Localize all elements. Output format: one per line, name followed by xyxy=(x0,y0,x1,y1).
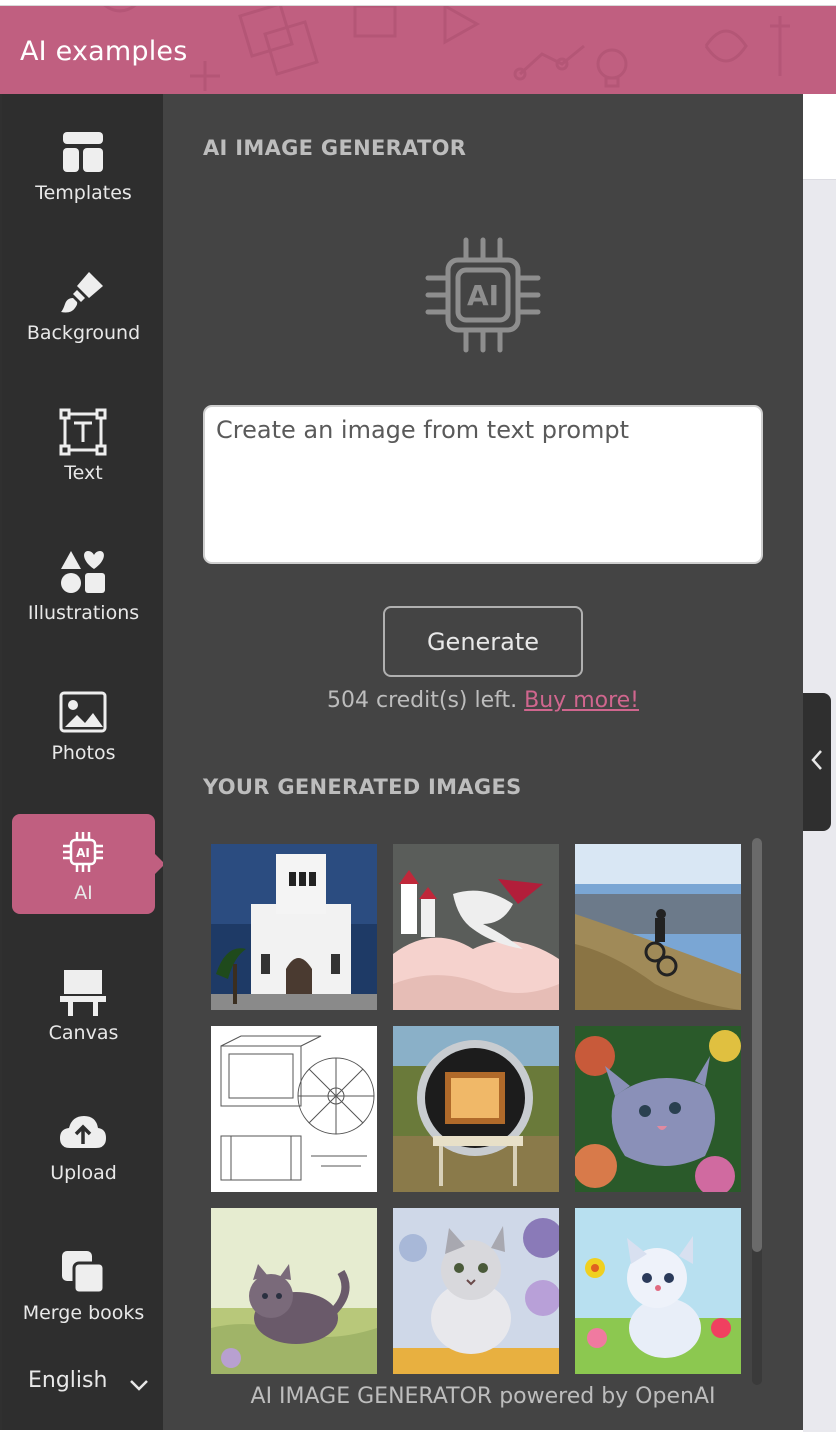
sidebar-item-label: AI xyxy=(74,882,93,904)
generated-image-cat-meadow[interactable] xyxy=(211,1208,377,1374)
powered-by-footer: AI IMAGE GENERATOR powered by OpenAI xyxy=(250,1384,716,1409)
sidebar-item-label: Background xyxy=(26,322,141,344)
photo-icon xyxy=(57,688,109,736)
svg-text:AI: AI xyxy=(76,846,90,860)
sidebar-item-canvas[interactable]: Canvas xyxy=(12,954,155,1054)
easel-icon xyxy=(57,968,109,1016)
ai-generator-panel: AI IMAGE GENERATOR AI Generate 504 credi… xyxy=(163,94,803,1430)
sidebar-item-upload[interactable]: Upload xyxy=(12,1094,155,1194)
sidebar-item-ai[interactable]: AI AI xyxy=(12,814,165,914)
ai-chip-icon: AI xyxy=(57,828,109,876)
sidebar-item-text[interactable]: Text xyxy=(12,394,155,494)
svg-text:AI: AI xyxy=(467,279,499,312)
generated-image-technical-sketch[interactable] xyxy=(211,1026,377,1192)
generated-image-kitten-flowers[interactable] xyxy=(575,1026,741,1192)
sidebar-item-label: Merge books xyxy=(22,1302,145,1324)
generated-image-solar-oven[interactable] xyxy=(393,1026,559,1192)
sidebar-item-label: Photos xyxy=(51,742,116,764)
cloud-upload-icon xyxy=(57,1108,109,1156)
section-title-generated-images: YOUR GENERATED IMAGES xyxy=(203,775,522,799)
buy-more-link[interactable]: Buy more! xyxy=(524,688,639,713)
sidebar: Templates Background Text Illustrations … xyxy=(0,94,165,1430)
sidebar-item-label: Illustrations xyxy=(27,602,140,624)
prompt-input[interactable] xyxy=(203,405,763,564)
images-scrollbar-thumb[interactable] xyxy=(752,838,762,1252)
ai-chip-icon: AI xyxy=(425,237,541,353)
sidebar-item-photos[interactable]: Photos xyxy=(12,674,155,774)
generated-image-cyclist-hill[interactable] xyxy=(575,844,741,1010)
generated-image-kitten-watercolor[interactable] xyxy=(393,1208,559,1374)
sidebar-item-label: Canvas xyxy=(48,1022,119,1044)
collapse-panel-button[interactable] xyxy=(803,693,831,831)
generated-image-cartoon-kitten[interactable] xyxy=(575,1208,741,1374)
chevron-left-icon xyxy=(810,749,824,775)
credits-text: 504 credit(s) left. xyxy=(327,688,518,713)
sidebar-item-merge-books[interactable]: Merge books xyxy=(12,1234,155,1334)
sidebar-item-background[interactable]: Background xyxy=(12,254,155,354)
brush-icon xyxy=(57,268,109,316)
sidebar-item-label: Upload xyxy=(50,1162,117,1184)
canvas-page-edge xyxy=(803,94,836,180)
generated-images-grid xyxy=(211,844,741,1376)
merge-icon xyxy=(57,1248,109,1296)
credits-line: 504 credit(s) left. Buy more! xyxy=(163,688,803,713)
chevron-down-icon[interactable] xyxy=(129,1376,149,1395)
header-title: AI examples xyxy=(20,36,188,67)
text-icon xyxy=(57,408,109,456)
templates-icon xyxy=(57,128,109,176)
section-title-ai-generator: AI IMAGE GENERATOR xyxy=(203,136,467,160)
language-selector[interactable]: English xyxy=(28,1368,107,1393)
shapes-icon xyxy=(57,548,109,596)
sidebar-item-templates[interactable]: Templates xyxy=(12,114,155,214)
generate-button[interactable]: Generate xyxy=(383,606,583,677)
sidebar-item-label: Templates xyxy=(35,182,132,204)
sidebar-item-label: Text xyxy=(64,462,103,484)
sidebar-item-illustrations[interactable]: Illustrations xyxy=(12,534,155,634)
generated-image-castle-dragon[interactable] xyxy=(393,844,559,1010)
generated-image-church[interactable] xyxy=(211,844,377,1010)
app-header: AI examples xyxy=(0,6,836,94)
